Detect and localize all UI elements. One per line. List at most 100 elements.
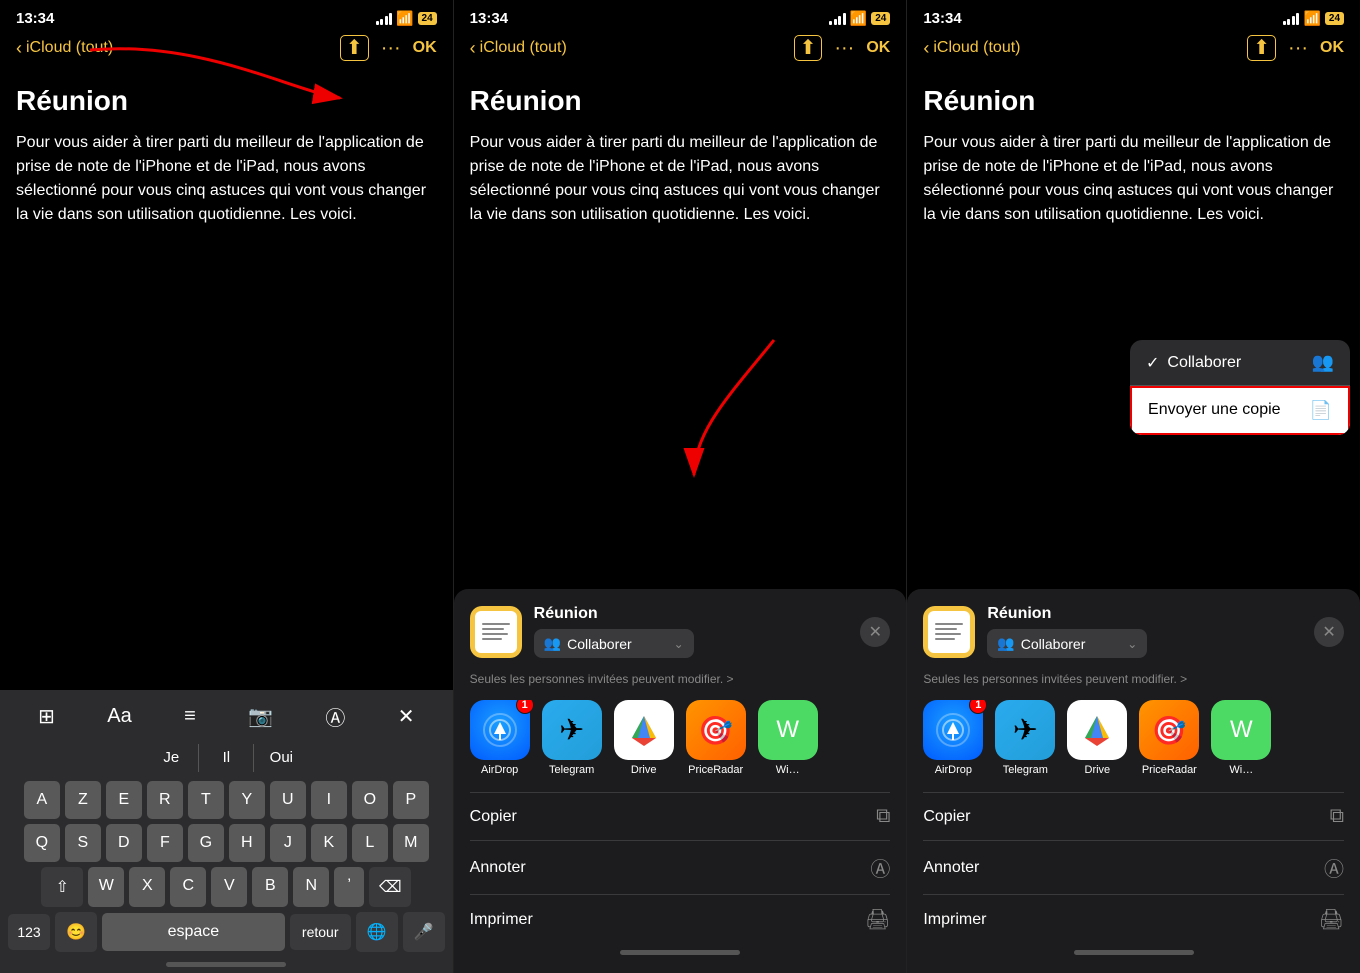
battery-2: 24 — [871, 12, 890, 25]
key-z[interactable]: Z — [65, 781, 101, 819]
key-m[interactable]: M — [393, 824, 429, 862]
share-app-drive-2[interactable]: Drive — [614, 700, 674, 776]
print-icon-3: 🖨 — [1319, 907, 1344, 932]
share-app-airdrop-2[interactable]: 1 AirDrop — [470, 700, 530, 776]
key-d[interactable]: D — [106, 824, 142, 862]
share-button-3[interactable]: ⬆ — [1247, 35, 1276, 61]
close-share-btn-2[interactable]: ✕ — [860, 617, 890, 647]
key-delete[interactable]: ⌫ — [369, 867, 411, 907]
collaborate-icon-3: 👥 — [997, 635, 1014, 652]
key-emoji[interactable]: 😊 — [55, 912, 97, 952]
key-k[interactable]: K — [311, 824, 347, 862]
key-h[interactable]: H — [229, 824, 265, 862]
collaborate-dropdown-3: ✓ Collaborer 👥 Envoyer une copie 📄 — [1130, 340, 1350, 435]
nav-back-2[interactable]: ‹ iCloud (tout) — [470, 38, 567, 59]
keyboard-row-2: Q S D F G H J K L M — [4, 824, 449, 862]
key-q[interactable]: Q — [24, 824, 60, 862]
key-w[interactable]: W — [88, 867, 124, 907]
action-print-3[interactable]: Imprimer 🖨 — [923, 894, 1344, 944]
share-app-wifi-2[interactable]: W Wi… — [758, 700, 818, 776]
key-f[interactable]: F — [147, 824, 183, 862]
collaborate-btn-2[interactable]: 👥 Collaborer ⌄ — [534, 629, 694, 658]
key-u[interactable]: U — [270, 781, 306, 819]
key-j[interactable]: J — [270, 824, 306, 862]
note-body-3: Pour vous aider à tirer parti du meilleu… — [923, 131, 1344, 227]
airdrop-icon-3: 1 — [923, 700, 983, 760]
share-subtitle-2: Seules les personnes invitées peuvent mo… — [470, 672, 891, 686]
nav-back-label-2: iCloud (tout) — [480, 39, 567, 57]
action-annotate-2[interactable]: Annoter Ⓐ — [470, 840, 891, 894]
action-copy-2[interactable]: Copier ⧉ — [470, 792, 891, 840]
more-button-3[interactable]: ··· — [1288, 37, 1308, 60]
ok-button-2[interactable]: OK — [866, 39, 890, 57]
share-app-priceradar-2[interactable]: 🎯 PriceRadar — [686, 700, 746, 776]
signal-icon-1 — [376, 13, 393, 25]
key-i[interactable]: I — [311, 781, 347, 819]
key-space[interactable]: espace — [102, 913, 285, 951]
collaborate-chevron-3: ⌄ — [1127, 637, 1137, 651]
key-l[interactable]: L — [352, 824, 388, 862]
key-s[interactable]: S — [65, 824, 101, 862]
more-button-2[interactable]: ··· — [834, 37, 854, 60]
ok-button-3[interactable]: OK — [1320, 39, 1344, 57]
share-app-airdrop-3[interactable]: 1 AirDrop — [923, 700, 983, 776]
action-print-2[interactable]: Imprimer 🖨 — [470, 894, 891, 944]
key-y[interactable]: Y — [229, 781, 265, 819]
key-a[interactable]: A — [24, 781, 60, 819]
nav-back-3[interactable]: ‹ iCloud (tout) — [923, 38, 1020, 59]
keyboard-toolbar-camera[interactable]: 📷 — [248, 704, 273, 729]
key-v[interactable]: V — [211, 867, 247, 907]
nav-bar-3: ‹ iCloud (tout) ⬆ ··· OK — [907, 31, 1360, 69]
print-label-3: Imprimer — [923, 911, 986, 929]
annotate-icon-3: Ⓐ — [1324, 853, 1344, 882]
share-app-priceradar-3[interactable]: 🎯 PriceRadar — [1139, 700, 1199, 776]
more-button-1[interactable]: ··· — [381, 37, 401, 60]
keyboard-toolbar-text[interactable]: Aa — [107, 705, 131, 728]
collaborate-btn-3[interactable]: 👥 Collaborer ⌄ — [987, 629, 1147, 658]
suggestion-il[interactable]: Il — [208, 739, 244, 776]
key-n[interactable]: N — [293, 867, 329, 907]
key-x[interactable]: X — [129, 867, 165, 907]
keyboard-toolbar-list[interactable]: ≡ — [184, 705, 196, 728]
share-sheet-2: Réunion 👥 Collaborer ⌄ ✕ Seules les pers… — [454, 589, 907, 973]
home-indicator-3 — [1074, 950, 1194, 955]
share-app-telegram-2[interactable]: ✈ Telegram — [542, 700, 602, 776]
key-globe[interactable]: 🌐 — [356, 912, 398, 952]
dropdown-item-collaborer-3[interactable]: ✓ Collaborer 👥 — [1130, 340, 1350, 385]
key-g[interactable]: G — [188, 824, 224, 862]
share-button-1[interactable]: ⬆ — [340, 35, 369, 61]
suggestion-oui[interactable]: Oui — [263, 739, 299, 776]
drive-label-3: Drive — [1085, 764, 1111, 776]
key-t[interactable]: T — [188, 781, 224, 819]
key-123[interactable]: 123 — [8, 914, 50, 950]
share-app-info-3: Réunion 👥 Collaborer ⌄ — [987, 605, 1147, 658]
suggestion-je[interactable]: Je — [153, 739, 189, 776]
share-app-wifi-3[interactable]: W Wi… — [1211, 700, 1271, 776]
action-copy-3[interactable]: Copier ⧉ — [923, 792, 1344, 840]
annotate-label-3: Annoter — [923, 859, 979, 877]
key-mic[interactable]: 🎤 — [403, 912, 445, 952]
key-return[interactable]: retour — [290, 914, 351, 950]
action-annotate-3[interactable]: Annoter Ⓐ — [923, 840, 1344, 894]
keyboard-toolbar-close[interactable]: ✕ — [398, 704, 415, 729]
share-app-telegram-3[interactable]: ✈ Telegram — [995, 700, 1055, 776]
key-apostrophe[interactable]: ʼ — [334, 867, 364, 907]
keyboard-toolbar-grid[interactable]: ⊞ — [38, 704, 55, 729]
nav-back-1[interactable]: ‹ iCloud (tout) — [16, 38, 113, 59]
key-b[interactable]: B — [252, 867, 288, 907]
airdrop-label-3: AirDrop — [935, 764, 972, 776]
share-button-2[interactable]: ⬆ — [794, 35, 823, 61]
share-app-drive-3[interactable]: Drive — [1067, 700, 1127, 776]
key-o[interactable]: O — [352, 781, 388, 819]
key-p[interactable]: P — [393, 781, 429, 819]
dropdown-collaborer-label-3: Collaborer — [1167, 354, 1311, 372]
key-shift[interactable]: ⇧ — [41, 867, 83, 907]
key-e[interactable]: E — [106, 781, 142, 819]
key-c[interactable]: C — [170, 867, 206, 907]
keyboard-toolbar-annotate[interactable]: Ⓐ — [325, 702, 345, 731]
dropdown-item-envoyer-3[interactable]: Envoyer une copie 📄 — [1130, 386, 1350, 435]
collaborate-label-2: Collaborer — [567, 636, 668, 652]
key-r[interactable]: R — [147, 781, 183, 819]
close-share-btn-3[interactable]: ✕ — [1314, 617, 1344, 647]
ok-button-1[interactable]: OK — [413, 39, 437, 57]
